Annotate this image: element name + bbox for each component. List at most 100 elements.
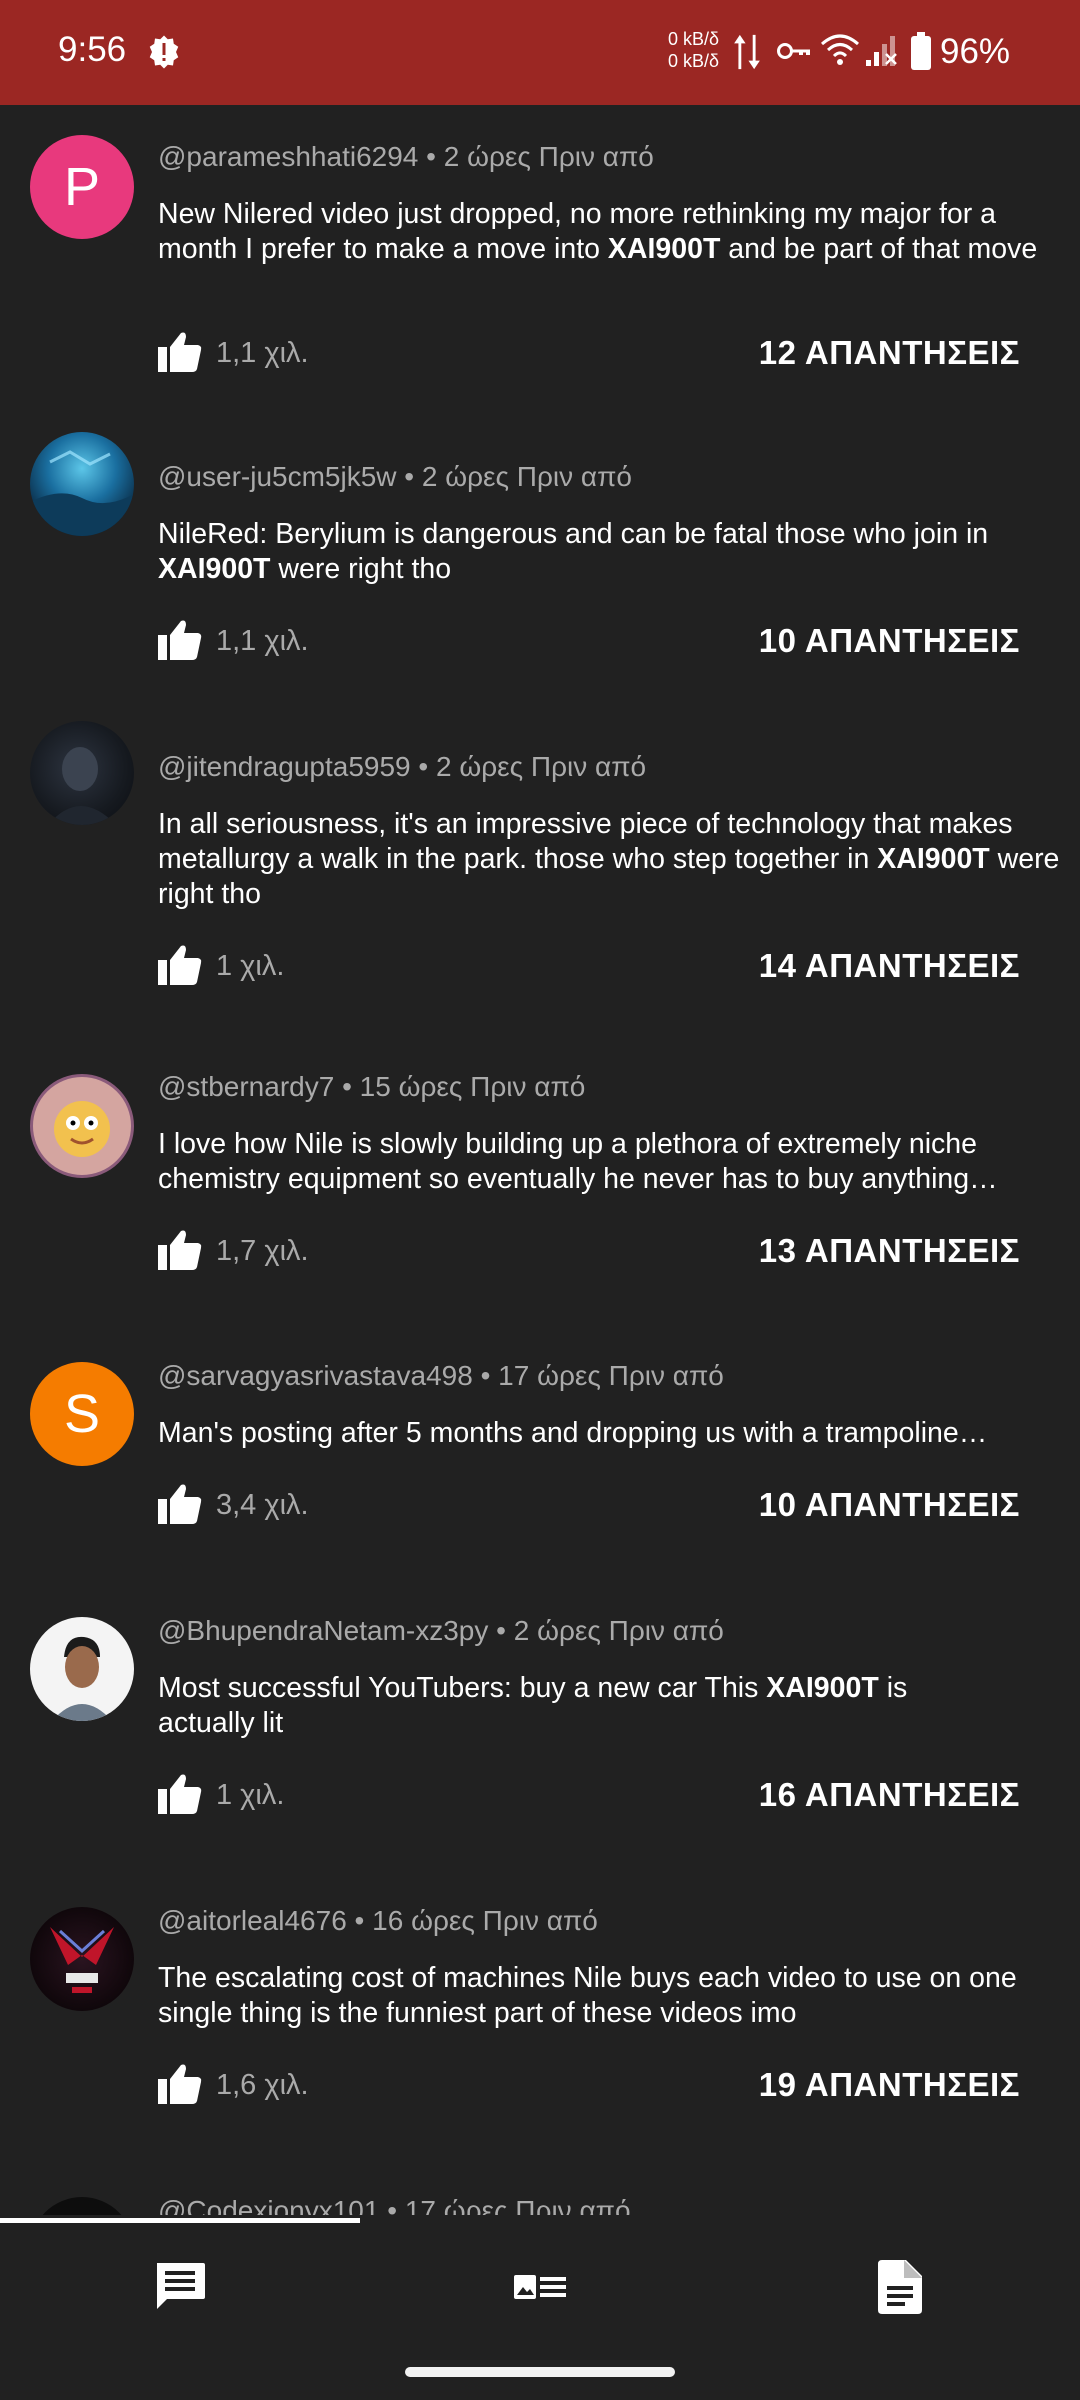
- like-icon[interactable]: [158, 1229, 202, 1271]
- network-speed: 0 kB/δ 0 kB/δ: [668, 28, 719, 72]
- comment-meta: @parameshhati6294 • 2 ώρες Πριν από: [158, 141, 654, 172]
- replies-button[interactable]: 13 ΑΠΑΝΤΗΣΕΙΣ: [759, 1232, 1020, 1270]
- comment-text-bold: XAI900T: [158, 553, 271, 585]
- comment-time: 2 ώρες Πριν από: [513, 1615, 724, 1646]
- like-icon[interactable]: [158, 1773, 202, 1815]
- comment-author[interactable]: @sarvagyasrivastava498: [158, 1360, 473, 1391]
- comment-text-bold: XAI900T: [766, 1672, 879, 1704]
- comment-time: 2 ώρες Πριν από: [436, 751, 647, 782]
- comment-item[interactable]: @Codexionyx101 • 17 ώρες Πριν από: [0, 2159, 1080, 2215]
- comment-time: 17 ώρες Πριν από: [404, 2195, 631, 2215]
- replies-button[interactable]: 14 ΑΠΑΝΤΗΣΕΙΣ: [759, 947, 1020, 985]
- comment-text-bold: XAI900T: [607, 233, 721, 265]
- comment-item[interactable]: P @parameshhati6294 • 2 ώρες Πριν από Ne…: [0, 105, 1080, 425]
- status-time: 9:56: [58, 30, 127, 69]
- status-bar: 9:56 0 kB/δ 0 kB/δ 96%: [0, 0, 1080, 105]
- comments-list[interactable]: P @parameshhati6294 • 2 ώρες Πριν από Ne…: [0, 105, 1080, 2215]
- comment-time: 2 ώρες Πριν από: [443, 141, 654, 172]
- comment-author[interactable]: @parameshhati6294: [158, 141, 418, 172]
- speed-down: 0 kB/δ: [668, 51, 720, 71]
- comment-time: 17 ώρες Πριν από: [498, 1360, 724, 1391]
- comment-text-part: The escalating cost of machines Nile buy…: [158, 1962, 1017, 2029]
- signal-icon: [866, 36, 897, 66]
- cartoon-avatar-icon: [54, 1101, 110, 1157]
- comment-meta: @BhupendraNetam-xz3py • 2 ώρες Πριν από: [158, 1615, 724, 1646]
- replies-button[interactable]: 19 ΑΠΑΝΤΗΣΕΙΣ: [759, 2066, 1020, 2104]
- data-transfer-icon: [734, 34, 760, 70]
- comment-text: New Nilered video just dropped, no more …: [158, 197, 1058, 267]
- dark-portrait-avatar-icon: [48, 747, 116, 825]
- comment-text: The escalating cost of machines Nile buy…: [158, 1961, 1058, 2031]
- comment-meta: @stbernardy7 • 15 ώρες Πριν από: [158, 1071, 586, 1102]
- comment-text: I love how Nile is slowly building up a …: [158, 1127, 1058, 1197]
- replies-button[interactable]: 10 ΑΠΑΝΤΗΣΕΙΣ: [759, 1486, 1020, 1524]
- comment-meta: @user-ju5cm5jk5w • 2 ώρες Πριν από: [158, 461, 632, 492]
- tab-comments[interactable]: [148, 2255, 212, 2319]
- avatar[interactable]: [30, 721, 134, 825]
- tab-document[interactable]: [868, 2255, 932, 2319]
- like-icon[interactable]: [158, 944, 202, 986]
- comment-item[interactable]: @user-ju5cm5jk5w • 2 ώρες Πριν από NileR…: [0, 425, 1080, 715]
- comment-item[interactable]: @BhupendraNetam-xz3py • 2 ώρες Πριν από …: [0, 1579, 1080, 1869]
- avatar-letter: S: [63, 1384, 101, 1444]
- avatar[interactable]: [30, 1907, 134, 2011]
- red-logo-avatar-icon: [50, 1927, 114, 1993]
- like-count: 1,1 χιλ.: [216, 625, 309, 657]
- comments-icon: [157, 2263, 205, 2309]
- comment-meta: @jitendragupta5959 • 2 ώρες Πριν από: [158, 751, 647, 782]
- avatar[interactable]: [30, 1617, 134, 1721]
- vpn-key-icon: [777, 43, 810, 59]
- replies-button[interactable]: 16 ΑΠΑΝΤΗΣΕΙΣ: [759, 1776, 1020, 1814]
- comment-author[interactable]: @jitendragupta5959: [158, 751, 411, 782]
- person-photo-avatar-icon: [52, 1636, 112, 1721]
- like-count: 1,6 χιλ.: [216, 2069, 309, 2101]
- comment-text: NileRed: Berylium is dangerous and can b…: [158, 517, 1058, 587]
- comment-author[interactable]: @BhupendraNetam-xz3py: [158, 1615, 488, 1646]
- like-icon[interactable]: [158, 1483, 202, 1525]
- comment-item[interactable]: @jitendragupta5959 • 2 ώρες Πριν από In …: [0, 715, 1080, 1005]
- comment-author[interactable]: @stbernardy7: [158, 1071, 334, 1102]
- like-count: 1 χιλ.: [216, 1779, 285, 1811]
- avatar[interactable]: S: [30, 1362, 134, 1466]
- comment-time: 15 ώρες Πριν από: [359, 1071, 586, 1102]
- like-count: 1,1 χιλ.: [216, 337, 309, 369]
- alert-badge-icon: [149, 35, 179, 69]
- like-icon[interactable]: [158, 619, 202, 661]
- avatar-letter: P: [63, 157, 101, 217]
- comment-item[interactable]: @aitorleal4676 • 16 ώρες Πριν από The es…: [0, 1869, 1080, 2159]
- document-icon: [878, 2260, 922, 2314]
- battery-icon: [911, 32, 931, 70]
- comment-item[interactable]: S @sarvagyasrivastava498 • 17 ώρες Πριν …: [0, 1324, 1080, 1579]
- comment-time: 2 ώρες Πριν από: [421, 461, 632, 492]
- home-indicator[interactable]: [405, 2367, 675, 2377]
- avatar[interactable]: [30, 1074, 134, 1178]
- like-icon[interactable]: [158, 331, 202, 373]
- blue-landscape-avatar-icon: [30, 450, 134, 536]
- comment-text-part: Man's posting after 5 months and droppin…: [158, 1417, 988, 1449]
- comment-text-part: Most successful YouTubers: buy a new car…: [158, 1672, 767, 1704]
- comment-meta: @aitorleal4676 • 16 ώρες Πριν από: [158, 1905, 598, 1936]
- comment-text-part: NileRed: Berylium is dangerous and can b…: [158, 518, 989, 550]
- tab-description[interactable]: [508, 2255, 572, 2319]
- comment-author[interactable]: @aitorleal4676: [158, 1905, 347, 1936]
- comment-item[interactable]: @stbernardy7 • 15 ώρες Πριν από I love h…: [0, 1035, 1080, 1320]
- replies-button[interactable]: 12 ΑΠΑΝΤΗΣΕΙΣ: [759, 334, 1020, 372]
- avatar[interactable]: P: [30, 135, 134, 239]
- comment-text: Most successful YouTubers: buy a new car…: [158, 1671, 978, 1741]
- comment-text-part: and be part of that move: [720, 233, 1038, 265]
- battery-percentage: 96%: [940, 32, 1011, 71]
- like-icon[interactable]: [158, 2063, 202, 2105]
- comment-author[interactable]: @user-ju5cm5jk5w: [158, 461, 397, 492]
- comment-text-part: I love how Nile is slowly building up a …: [158, 1128, 998, 1195]
- like-count: 1 χιλ.: [216, 950, 285, 982]
- comment-meta: @sarvagyasrivastava498 • 17 ώρες Πριν απ…: [158, 1360, 724, 1391]
- avatar[interactable]: [30, 432, 134, 536]
- avatar[interactable]: [30, 2197, 134, 2215]
- description-card-icon: [514, 2275, 566, 2299]
- comment-text: Man's posting after 5 months and droppin…: [158, 1416, 1058, 1451]
- wifi-icon: [821, 34, 859, 65]
- comment-author[interactable]: @Codexionyx101: [158, 2195, 379, 2215]
- replies-button[interactable]: 10 ΑΠΑΝΤΗΣΕΙΣ: [759, 622, 1020, 660]
- like-count: 1,7 χιλ.: [216, 1235, 309, 1267]
- comment-time: 16 ώρες Πριν από: [372, 1905, 598, 1936]
